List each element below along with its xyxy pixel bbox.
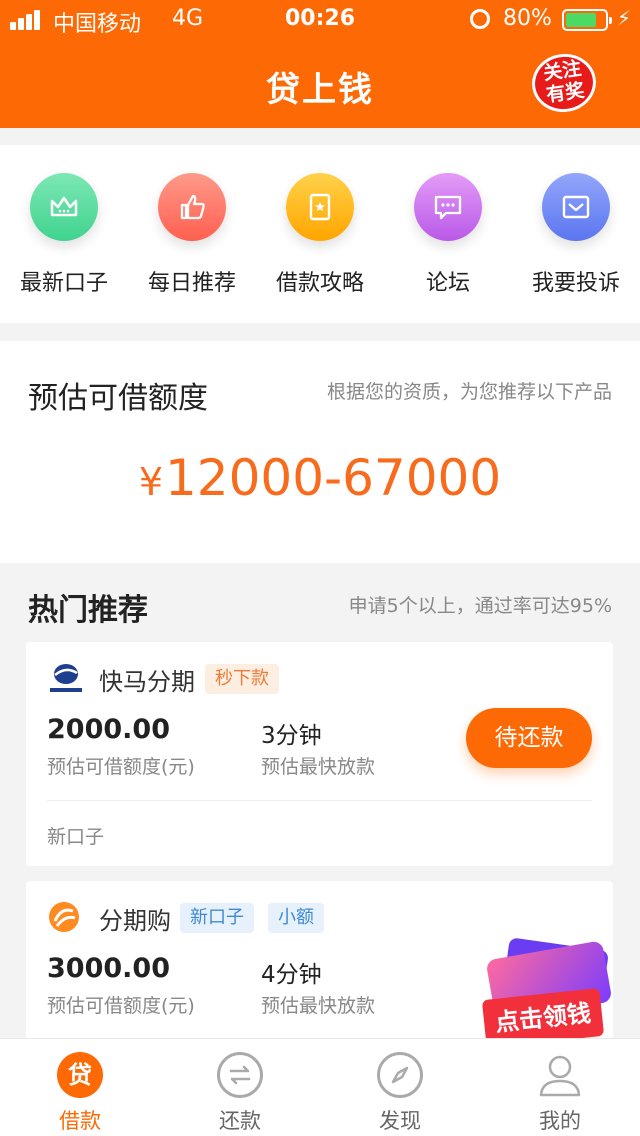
product-footer-tag: 新口子: [47, 826, 105, 848]
credit-range-value: 12000-67000: [165, 449, 502, 507]
bottom-tab-bar: 贷 借款 还款 发现 我的: [0, 1038, 640, 1136]
compass-icon: [376, 1051, 424, 1099]
tab-label: 我的: [539, 1109, 581, 1133]
product-speed-label: 预估最快放款: [261, 756, 376, 778]
credit-hint: 根据您的资质，为您推荐以下产品: [326, 381, 612, 403]
quick-item-complaint[interactable]: 我要投诉: [512, 173, 640, 297]
guide-book-icon: [286, 173, 354, 241]
card-divider: [47, 800, 592, 801]
product-name: 分期购: [99, 907, 171, 935]
tab-loan[interactable]: 贷 借款: [0, 1051, 160, 1135]
thumbs-up-icon: [158, 173, 226, 241]
repay-icon: [216, 1051, 264, 1099]
fenqigou-logo-icon: [46, 899, 86, 935]
loan-icon: 贷: [56, 1051, 104, 1099]
credit-estimate-panel: 预估可借额度 根据您的资质，为您推荐以下产品 ¥12000-67000: [0, 341, 640, 563]
tab-label: 借款: [59, 1109, 101, 1133]
crown-icon: [30, 173, 98, 241]
quick-item-label: 每日推荐: [147, 271, 236, 296]
product-card[interactable]: 快马分期 秒下款 2000.00 预估可借额度(元) 3分钟 预估最快放款 待还…: [26, 642, 613, 866]
mail-icon: [542, 173, 610, 241]
top-bar: 中国移动 4G 00:26 80% ⚡ 贷上钱 关注 有奖: [0, 0, 640, 128]
quick-item-label: 最新口子: [19, 271, 108, 296]
product-amount: 2000.00: [47, 714, 170, 745]
product-tag: 新口子: [180, 903, 254, 933]
tab-label: 还款: [219, 1109, 261, 1133]
quick-item-guide[interactable]: 借款攻略: [256, 173, 384, 297]
tab-label: 发现: [379, 1109, 421, 1133]
credit-range: ¥12000-67000: [0, 449, 640, 507]
quick-item-label: 论坛: [425, 271, 470, 296]
tab-mine[interactable]: 我的: [480, 1051, 640, 1135]
product-amount-label: 预估可借额度(元): [47, 756, 195, 778]
quick-item-label: 我要投诉: [531, 271, 620, 296]
hot-section-hint: 申请5个以上，通过率可达95%: [348, 595, 612, 617]
product-name: 快马分期: [99, 668, 195, 696]
charging-icon: ⚡: [617, 6, 632, 30]
user-icon: [536, 1051, 584, 1099]
alarm-icon: [470, 9, 490, 29]
product-speed-label: 预估最快放款: [261, 995, 376, 1017]
tab-discover[interactable]: 发现: [320, 1051, 480, 1135]
product-amount: 3000.00: [47, 953, 170, 984]
quick-item-latest[interactable]: 最新口子: [0, 173, 128, 297]
repay-pending-button[interactable]: 待还款: [466, 708, 592, 768]
tab-repay[interactable]: 还款: [160, 1051, 320, 1135]
product-speed: 4分钟: [261, 962, 322, 988]
currency-symbol: ¥: [138, 460, 163, 504]
status-bar: 中国移动 4G 00:26 80% ⚡: [0, 0, 640, 40]
kuaima-logo-icon: [46, 660, 86, 696]
quick-menu: 最新口子 每日推荐 借款攻略 论坛 我要投诉: [0, 145, 640, 323]
quick-item-daily[interactable]: 每日推荐: [128, 173, 256, 297]
credit-title: 预估可借额度: [28, 381, 208, 416]
quick-item-label: 借款攻略: [275, 271, 364, 296]
product-tag: 秒下款: [205, 664, 279, 694]
chat-bubble-icon: [414, 173, 482, 241]
product-tag: 小额: [268, 903, 324, 933]
battery-percent: 80%: [503, 6, 552, 31]
product-speed: 3分钟: [261, 723, 322, 749]
hot-section-title: 热门推荐: [28, 593, 148, 628]
quick-item-forum[interactable]: 论坛: [384, 173, 512, 297]
promo-floating-button[interactable]: 点击领钱: [466, 937, 618, 1049]
battery-icon: [562, 9, 612, 31]
product-amount-label: 预估可借额度(元): [47, 995, 195, 1017]
